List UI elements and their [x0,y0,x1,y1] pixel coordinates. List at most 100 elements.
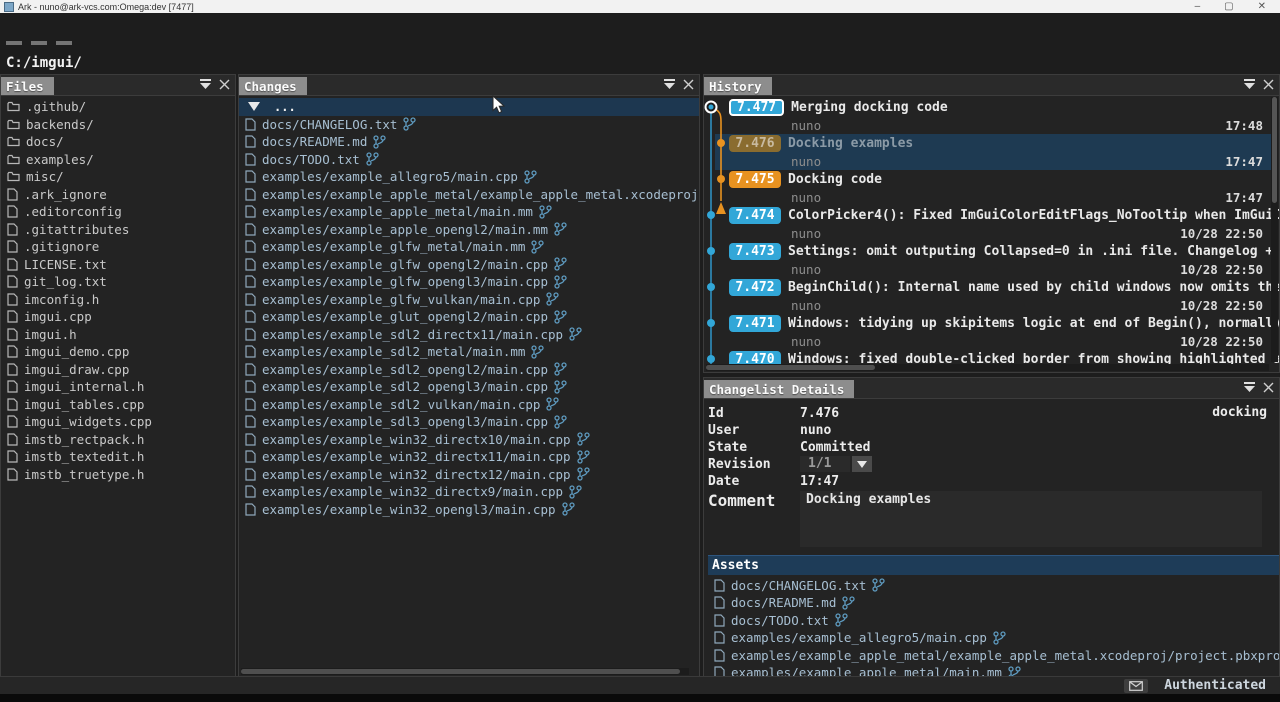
file-row[interactable]: imgui_internal.h [1,378,235,396]
changed-file-row[interactable]: examples/example_sdl2_vulkan/main.cpp [239,396,699,414]
panel-options-icon[interactable] [199,79,212,90]
changes-group-row[interactable]: ... [239,98,699,116]
panel-options-icon[interactable] [1243,79,1256,90]
panel-close-icon[interactable] [1263,382,1274,393]
panel-close-icon[interactable] [683,79,694,90]
toolbar-button[interactable] [56,41,72,45]
changed-file-row[interactable]: docs/README.md [239,133,699,151]
asset-row[interactable]: docs/TODO.txt [708,612,1279,630]
file-row[interactable]: LICENSE.txt [1,256,235,274]
asset-row[interactable]: examples/example_apple_metal/example_app… [708,647,1279,665]
changelist-id-badge[interactable]: 7.474 [729,207,781,224]
revision-dropdown-button[interactable] [852,456,872,472]
changelist-id-badge[interactable]: 7.473 [729,243,781,260]
assets-header: Assets [708,555,1279,575]
file-row[interactable]: imconfig.h [1,291,235,309]
toolbar-button[interactable] [6,41,22,45]
commit-row[interactable]: 7.476 Docking examples nuno 17:47 [704,134,1279,170]
changed-file-row[interactable]: examples/example_win32_directx12/main.cp… [239,466,699,484]
changes-hscrollbar[interactable] [241,668,689,675]
file-row[interactable]: imgui_widgets.cpp [1,413,235,431]
file-row[interactable]: imgui_draw.cpp [1,361,235,379]
file-row[interactable]: imgui.cpp [1,308,235,326]
commit-row[interactable]: 7.473 Settings: omit outputing Collapsed… [704,242,1279,278]
changed-file-row[interactable]: examples/example_win32_opengl3/main.cpp [239,501,699,519]
changed-file-row[interactable]: examples/example_apple_opengl2/main.mm [239,221,699,239]
commit-row[interactable]: 7.471 Windows: tidying up skipitems logi… [704,314,1279,350]
changed-file-row[interactable]: examples/example_sdl2_opengl3/main.cpp [239,378,699,396]
history-vscroll-thumb[interactable] [1272,97,1277,203]
changed-file-row[interactable]: examples/example_glfw_metal/main.mm [239,238,699,256]
file-name: imgui.cpp [24,309,92,324]
file-row[interactable]: backends/ [1,116,235,134]
changed-file-row[interactable]: examples/example_allegro5/main.cpp [239,168,699,186]
commit-row[interactable]: 7.475 Docking code nuno 17:47 [704,170,1279,206]
changes-panel: Changes ... docs/CHANGELOG.txt [238,74,700,677]
file-row[interactable]: .gitattributes [1,221,235,239]
toolbar-button[interactable] [31,41,47,45]
changed-file-row[interactable]: examples/example_win32_directx9/main.cpp [239,483,699,501]
history-tab[interactable]: History [704,77,772,95]
panel-close-icon[interactable] [1263,79,1274,90]
changelist-id-badge[interactable]: 7.477 [729,99,784,116]
file-row[interactable]: imstb_truetype.h [1,466,235,484]
files-tab[interactable]: Files [1,77,54,95]
file-row[interactable]: docs/ [1,133,235,151]
changed-file-row[interactable]: examples/example_glfw_vulkan/main.cpp [239,291,699,309]
changelist-id-badge[interactable]: 7.476 [729,135,781,152]
changed-file-row[interactable]: examples/example_glfw_opengl3/main.cpp [239,273,699,291]
close-button[interactable]: ✕ [1258,0,1266,13]
file-row[interactable]: git_log.txt [1,273,235,291]
file-row[interactable]: .github/ [1,98,235,116]
changes-tab[interactable]: Changes [239,77,307,95]
titlebar: Ark - nuno@ark-vcs.com:Omega:dev [7477] … [0,0,1280,13]
changed-file-row[interactable]: examples/example_sdl2_opengl2/main.cpp [239,361,699,379]
file-icon [7,450,18,463]
history-hscroll-thumb[interactable] [706,365,875,370]
changed-file-row[interactable]: examples/example_sdl2_metal/main.mm [239,343,699,361]
commit-row[interactable]: 7.474 ColorPicker4(): Fixed ImGuiColorEd… [704,206,1279,242]
changed-file-row[interactable]: examples/example_sdl2_directx11/main.cpp [239,326,699,344]
merge-icon [554,310,567,324]
changed-file-row[interactable]: examples/example_apple_metal/example_app… [239,186,699,204]
app-window: Ark - nuno@ark-vcs.com:Omega:dev [7477] … [0,0,1280,702]
changed-file-row[interactable]: docs/CHANGELOG.txt [239,116,699,134]
file-row[interactable]: imgui_tables.cpp [1,396,235,414]
changed-file-row[interactable]: examples/example_glfw_opengl2/main.cpp [239,256,699,274]
messages-button[interactable] [1124,679,1148,693]
commit-row[interactable]: 7.472 BeginChild(): Internal name used b… [704,278,1279,314]
history-hscrollbar[interactable] [706,364,1269,371]
changed-file-row[interactable]: examples/example_glut_opengl2/main.cpp [239,308,699,326]
asset-row[interactable]: examples/example_allegro5/main.cpp [708,629,1279,647]
panel-close-icon[interactable] [219,79,230,90]
file-row[interactable]: misc/ [1,168,235,186]
details-tab[interactable]: Changelist Details [704,380,854,398]
commit-row[interactable]: 7.477 Merging docking code nuno 17:48 [704,98,1279,134]
panel-options-icon[interactable] [663,79,676,90]
changed-file-row[interactable]: examples/example_win32_directx10/main.cp… [239,431,699,449]
file-row[interactable]: .ark_ignore [1,186,235,204]
file-row[interactable]: imgui.h [1,326,235,344]
file-row[interactable]: examples/ [1,151,235,169]
minimize-button[interactable]: – [1195,0,1201,13]
asset-row[interactable]: docs/README.md [708,594,1279,612]
panel-options-icon[interactable] [1243,382,1256,393]
changes-hscroll-thumb[interactable] [241,669,680,674]
comment-textarea[interactable]: Docking examples [800,491,1262,547]
changelist-id-badge[interactable]: 7.475 [729,171,781,188]
changed-file-row[interactable]: examples/example_sdl3_opengl3/main.cpp [239,413,699,431]
file-row[interactable]: .gitignore [1,238,235,256]
changelist-id-badge[interactable]: 7.471 [729,315,781,332]
asset-row[interactable]: docs/CHANGELOG.txt [708,577,1279,595]
history-vscrollbar[interactable] [1271,97,1278,362]
maximize-button[interactable]: ▢ [1224,0,1233,13]
file-row[interactable]: .editorconfig [1,203,235,221]
branch-name: docking [1212,405,1267,420]
file-row[interactable]: imgui_demo.cpp [1,343,235,361]
changed-file-row[interactable]: examples/example_win32_directx11/main.cp… [239,448,699,466]
changed-file-row[interactable]: examples/example_apple_metal/main.mm [239,203,699,221]
changed-file-row[interactable]: docs/TODO.txt [239,151,699,169]
file-row[interactable]: imstb_textedit.h [1,448,235,466]
changelist-id-badge[interactable]: 7.472 [729,279,781,296]
file-row[interactable]: imstb_rectpack.h [1,431,235,449]
